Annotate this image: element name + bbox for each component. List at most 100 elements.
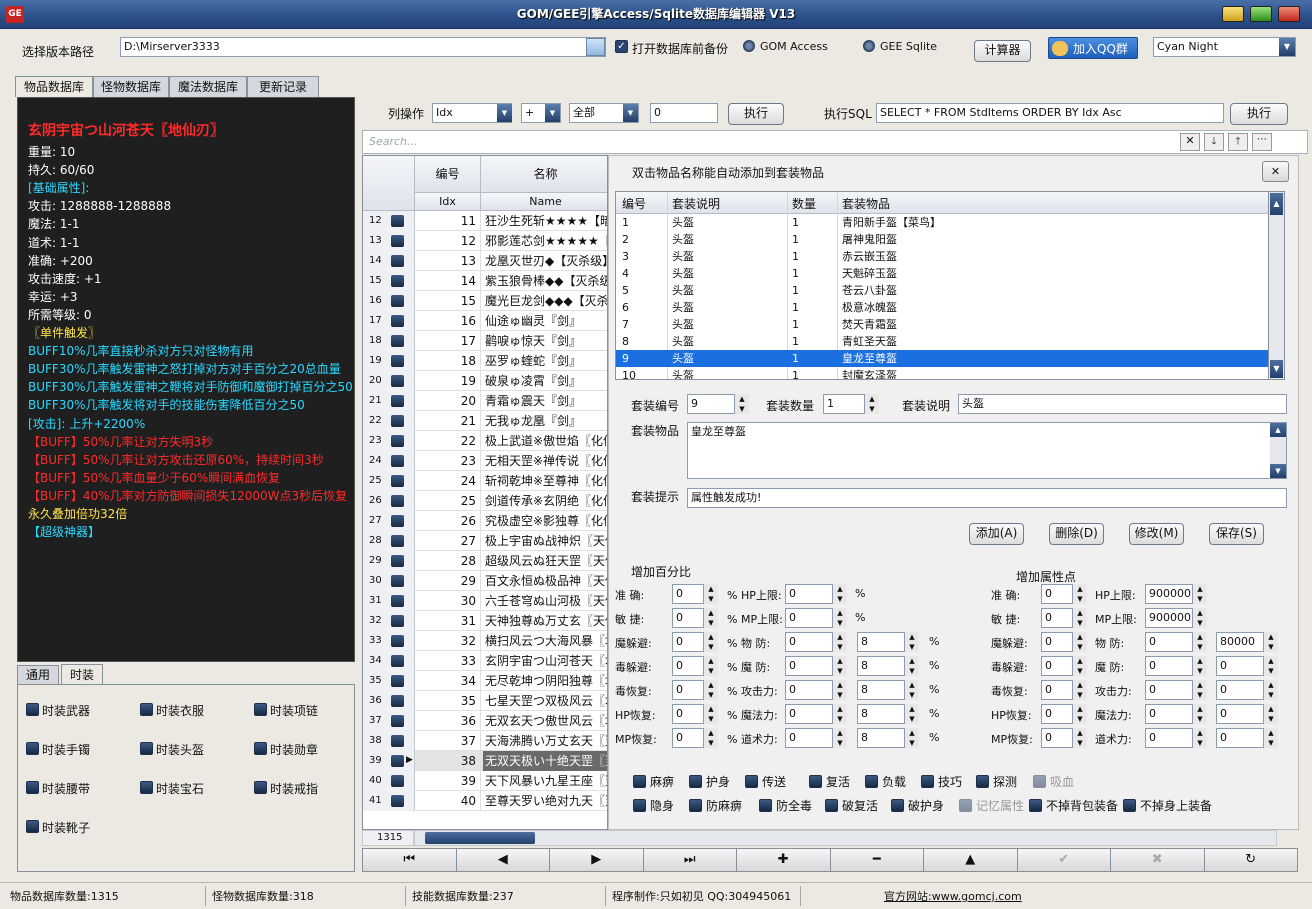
- fashion-checkbox[interactable]: [140, 703, 153, 716]
- items-textarea-scrollbar[interactable]: ▲ ▼: [1270, 423, 1286, 478]
- row-select-icon[interactable]: [391, 255, 404, 267]
- row-select-icon[interactable]: [391, 755, 404, 767]
- suit-row[interactable]: 6 头盔 1 极意冰魄盔: [616, 299, 1270, 316]
- table-row[interactable]: 16 15 魔光巨龙剑◆◆◆【灭杀: [363, 291, 607, 311]
- table-row[interactable]: 29 28 超级风云ぬ狂天罡〖天仙: [363, 551, 607, 571]
- fashion-checkbox[interactable]: [254, 703, 267, 716]
- next-icon[interactable]: 🡓: [1204, 133, 1224, 151]
- pct-spinner-2[interactable]: ▲ ▼: [832, 704, 847, 724]
- attr-spinner-3[interactable]: ▲ ▼: [1263, 656, 1278, 676]
- attr-spinner[interactable]: ▲ ▼: [1072, 584, 1087, 604]
- column-dropdown-icon[interactable]: ▼: [497, 104, 512, 122]
- table-row[interactable]: 1312 邪影莲芯剑★★★★★【暗: [363, 231, 607, 251]
- prev-record-icon[interactable]: ◀: [455, 848, 550, 872]
- flag-checkbox[interactable]: [959, 799, 972, 812]
- attr-spinner-2[interactable]: ▲ ▼: [1192, 584, 1207, 604]
- value-input[interactable]: 0: [650, 103, 718, 123]
- search-input[interactable]: Search...: [369, 135, 418, 148]
- row-select-icon[interactable]: [391, 395, 404, 407]
- flag-checkbox[interactable]: [745, 775, 758, 788]
- row-select-icon[interactable]: [391, 215, 404, 227]
- table-row[interactable]: 23 22 极上武道※傲世焰〖化仙: [363, 431, 607, 451]
- save-button[interactable]: 保存(S): [1209, 523, 1264, 545]
- row-select-icon[interactable]: [391, 795, 404, 807]
- row-select-icon[interactable]: [391, 355, 404, 367]
- status-website-link[interactable]: 官方网站:www.gomcj.com: [884, 888, 1022, 904]
- maximize-button[interactable]: [1250, 6, 1272, 22]
- fashion-checkbox[interactable]: [254, 781, 267, 794]
- tab-fashion[interactable]: 时装: [61, 664, 103, 685]
- sql-input[interactable]: SELECT * FROM StdItems ORDER BY Idx Asc: [876, 103, 1224, 123]
- row-select-icon[interactable]: [391, 735, 404, 747]
- pct-spinner-2[interactable]: ▲ ▼: [832, 584, 847, 604]
- tab-general[interactable]: 通用: [17, 665, 59, 685]
- flag-checkbox[interactable]: [865, 775, 878, 788]
- col-header-id[interactable]: 编号: [415, 156, 481, 193]
- pct-spinner-3[interactable]: ▲ ▼: [904, 704, 919, 724]
- row-select-icon[interactable]: [391, 555, 404, 567]
- table-row[interactable]: 31 30 六壬苍穹ぬ山河极〖天仙: [363, 591, 607, 611]
- row-select-icon[interactable]: [391, 775, 404, 787]
- row-select-icon[interactable]: [391, 435, 404, 447]
- table-row[interactable]: 18 17 鹳唳ゅ惊天『剑』: [363, 331, 607, 351]
- fashion-checkbox[interactable]: [140, 742, 153, 755]
- attr-spinner-2[interactable]: ▲ ▼: [1192, 608, 1207, 628]
- cancel-record-icon[interactable]: ✖: [1110, 848, 1205, 872]
- first-record-icon[interactable]: ⏮: [362, 848, 457, 872]
- suit-row[interactable]: 4 头盔 1 天魁碎玉盔: [616, 265, 1270, 282]
- tab-magic[interactable]: 魔法数据库: [169, 76, 247, 97]
- row-select-icon[interactable]: [391, 675, 404, 687]
- row-select-icon[interactable]: [391, 375, 404, 387]
- table-row[interactable]: 40 39 天下风暴い九星王座〖至: [363, 771, 607, 791]
- attr-spinner[interactable]: ▲ ▼: [1072, 656, 1087, 676]
- scope-dropdown-icon[interactable]: ▼: [623, 104, 638, 122]
- suit-row[interactable]: 7 头盔 1 焚天青霜盔: [616, 316, 1270, 333]
- row-select-icon[interactable]: [391, 455, 404, 467]
- table-row[interactable]: 30 29 百文永恒ぬ极品神〖天仙: [363, 571, 607, 591]
- attr-spinner[interactable]: ▲ ▼: [1072, 728, 1087, 748]
- table-row[interactable]: 37 36 无双玄天つ傲世风云〖地: [363, 711, 607, 731]
- table-row[interactable]: 34 33 玄阴宇宙つ山河苍天〖地: [363, 651, 607, 671]
- flag-checkbox[interactable]: [1033, 775, 1046, 788]
- textarea-up-icon[interactable]: ▲: [1270, 423, 1286, 437]
- suit-items-textarea[interactable]: 皇龙至尊盔: [687, 422, 1287, 479]
- table-row[interactable]: 27 26 究极虚空※影独尊〖化仙: [363, 511, 607, 531]
- prev-icon[interactable]: 🡑: [1228, 133, 1248, 151]
- attr-spinner-2[interactable]: ▲ ▼: [1192, 728, 1207, 748]
- table-row[interactable]: 39 ▶ 38 无双天极い十绝天罡〖至: [363, 751, 607, 771]
- attr-spinner-2[interactable]: ▲ ▼: [1192, 680, 1207, 700]
- attr-spinner-3[interactable]: ▲ ▼: [1263, 632, 1278, 652]
- suit-desc-input[interactable]: 头盔: [958, 394, 1287, 414]
- flag-checkbox[interactable]: [1029, 799, 1042, 812]
- h-scrollbar[interactable]: [414, 830, 1277, 846]
- minimize-button[interactable]: [1222, 6, 1244, 22]
- h-scroll-thumb[interactable]: [425, 832, 535, 844]
- close-button[interactable]: [1278, 6, 1300, 22]
- attr-spinner[interactable]: ▲ ▼: [1072, 608, 1087, 628]
- table-row[interactable]: 38 37 天海沸腾い万丈玄天〖至: [363, 731, 607, 751]
- table-row[interactable]: 33 32 横扫风云つ大海风暴〖地: [363, 631, 607, 651]
- table-row[interactable]: 26 25 剑道传承※玄阴绝〖化仙: [363, 491, 607, 511]
- last-record-icon[interactable]: ⏭: [642, 848, 737, 872]
- calculator-button[interactable]: 计算器: [974, 40, 1031, 62]
- suit-row[interactable]: 1 头盔 1 青阳新手盔【菜鸟】: [616, 214, 1270, 231]
- modify-button[interactable]: 修改(M): [1129, 523, 1184, 545]
- theme-dropdown-icon[interactable]: ▼: [1279, 38, 1295, 56]
- pct-spinner-3[interactable]: ▲ ▼: [904, 680, 919, 700]
- flag-checkbox[interactable]: [689, 775, 702, 788]
- row-select-icon[interactable]: [391, 235, 404, 247]
- delete-button[interactable]: 删除(D): [1049, 523, 1104, 545]
- pct-spinner-2[interactable]: ▲ ▼: [832, 608, 847, 628]
- attr-spinner-3[interactable]: ▲ ▼: [1263, 704, 1278, 724]
- clear-icon[interactable]: ✕: [1180, 133, 1200, 151]
- attr-spinner[interactable]: ▲ ▼: [1072, 704, 1087, 724]
- delete-record-icon[interactable]: ━: [829, 848, 924, 872]
- more-icon[interactable]: ⋯: [1252, 133, 1272, 151]
- flag-checkbox[interactable]: [891, 799, 904, 812]
- theme-select[interactable]: Cyan Night: [1153, 37, 1296, 57]
- table-row[interactable]: 22 21 无我ゅ龙凰『剑』: [363, 411, 607, 431]
- row-select-icon[interactable]: [391, 615, 404, 627]
- row-select-icon[interactable]: [391, 295, 404, 307]
- fashion-checkbox[interactable]: [26, 742, 39, 755]
- refresh-icon[interactable]: ↻: [1203, 848, 1298, 872]
